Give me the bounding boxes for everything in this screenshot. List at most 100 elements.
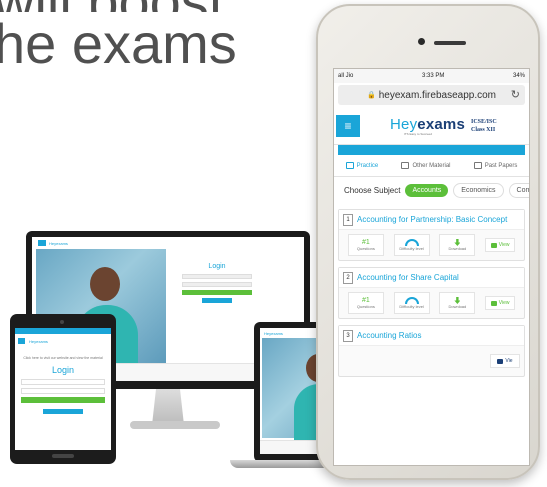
- topic-number: 1: [343, 213, 353, 226]
- questions-label: Questions: [356, 304, 375, 309]
- tablet-login-title: Login: [51, 365, 75, 375]
- tab-label: Practice: [356, 162, 379, 169]
- tab-practice[interactable]: Practice: [345, 162, 379, 169]
- headline-line-2: he exams: [0, 16, 237, 72]
- topic-card[interactable]: 2 Accounting for Share Capital #1 Questi…: [338, 267, 525, 319]
- brand-prefix: Hey: [390, 115, 418, 133]
- tab-label: Past Papers: [484, 162, 518, 169]
- topic-number: 3: [343, 329, 353, 342]
- topic-title[interactable]: Accounting for Partnership: Basic Concep…: [357, 215, 507, 224]
- board-class-label: ICSE/ISC Class XII: [471, 118, 497, 134]
- topic-card[interactable]: 3 Accounting Ratios Vie: [338, 325, 525, 377]
- lock-icon: [490, 242, 497, 248]
- tab-label: Other Material: [412, 162, 451, 169]
- topic-stats: #1 Questions Difficulty level Download V…: [339, 230, 524, 260]
- tab-other-material[interactable]: Other Material: [401, 162, 451, 169]
- monitor-username-field[interactable]: [182, 274, 252, 279]
- url-text: heyexam.firebaseapp.com: [378, 89, 496, 101]
- status-time: 3:33 PM: [421, 73, 445, 79]
- subject-chip-accounts[interactable]: Accounts: [405, 183, 449, 197]
- download-button[interactable]: Download: [439, 292, 476, 314]
- topic-stats: Vie: [339, 346, 524, 376]
- monitor-login-button[interactable]: [182, 290, 252, 295]
- tablet-password-field[interactable]: [21, 388, 105, 394]
- download-icon: [454, 297, 461, 304]
- person-head: [90, 267, 120, 301]
- download-label: Download: [448, 304, 467, 309]
- subject-chip-economics[interactable]: Economics: [453, 182, 504, 198]
- subject-label: Choose Subject: [344, 185, 401, 195]
- tablet: Heyexams Click here to visit our website…: [10, 314, 116, 464]
- gauge-icon: [404, 239, 419, 246]
- topic-number: 2: [343, 271, 353, 284]
- topic-stats: #1 Questions Difficulty level Download V…: [339, 288, 524, 318]
- questions-stat: #1 Questions: [347, 292, 384, 314]
- gauge-icon: [404, 297, 419, 304]
- view-button[interactable]: View: [485, 238, 516, 252]
- topic-card[interactable]: 1 Accounting for Partnership: Basic Conc…: [338, 209, 525, 261]
- monitor-login-title: Login: [208, 263, 226, 270]
- tablet-welcome-text: Click here to visit our website and view…: [23, 356, 103, 360]
- download-button[interactable]: Download: [439, 234, 476, 256]
- download-icon: [454, 239, 461, 246]
- monitor-header: Heyexams: [32, 237, 304, 249]
- tablet-login-button[interactable]: [21, 397, 105, 403]
- difficulty-stat: Difficulty level: [393, 234, 430, 256]
- papers-icon: [473, 162, 482, 169]
- headline-line-1: will boost: [0, 0, 294, 12]
- tablet-menu-icon[interactable]: [18, 338, 25, 344]
- subject-chip-commerce[interactable]: Com: [508, 182, 529, 198]
- hero-banner-strip: [338, 145, 525, 155]
- view-button[interactable]: View: [485, 296, 516, 310]
- download-label: Download: [448, 246, 467, 251]
- tablet-screen: Heyexams Click here to visit our website…: [15, 328, 111, 450]
- section-tabs: Practice Other Material Past Papers: [334, 155, 529, 177]
- monitor-logo-icon: [38, 240, 46, 246]
- difficulty-label: Difficulty level: [399, 246, 424, 251]
- subject-selector: Choose Subject Accounts Economics Com: [334, 177, 529, 203]
- tablet-camera: [60, 320, 64, 324]
- smartphone: all Jio 3:33 PM 34% 🔒 heyexam.firebaseap…: [316, 4, 540, 480]
- monitor-neck: [152, 389, 184, 425]
- phone-speaker: [434, 41, 466, 45]
- questions-label: Questions: [356, 246, 375, 251]
- topic-title[interactable]: Accounting for Share Capital: [357, 273, 459, 282]
- monitor-stand: [130, 421, 220, 429]
- view-label: Vie: [505, 358, 513, 364]
- tablet-register-button[interactable]: [43, 409, 83, 414]
- tab-past-papers[interactable]: Past Papers: [473, 162, 518, 169]
- topic-title-row[interactable]: 2 Accounting for Share Capital: [339, 268, 524, 288]
- books-icon: [401, 162, 410, 169]
- phone-status-bar: all Jio 3:33 PM 34%: [334, 69, 529, 83]
- practice-icon: [345, 162, 354, 169]
- brand-logo: Heyexams ITS Easy to Succeed: [360, 116, 465, 136]
- browser-url-bar[interactable]: 🔒 heyexam.firebaseapp.com ↻: [338, 85, 525, 105]
- topic-title[interactable]: Accounting Ratios: [357, 331, 421, 340]
- tablet-username-field[interactable]: [21, 379, 105, 385]
- app-header: ≡ Heyexams ITS Easy to Succeed ICSE/ISC …: [334, 107, 529, 145]
- tablet-home-button: [52, 454, 74, 458]
- tablet-header: Heyexams: [15, 334, 111, 348]
- lock-icon: 🔒: [366, 92, 376, 99]
- monitor-register-button[interactable]: [202, 298, 232, 303]
- phone-camera: [418, 38, 425, 45]
- lock-icon: [490, 300, 497, 306]
- monitor-logo-text: Heyexams: [49, 240, 68, 246]
- brand-suffix: exams: [417, 115, 465, 133]
- battery-indicator: 34%: [512, 73, 525, 79]
- topic-title-row[interactable]: 3 Accounting Ratios: [339, 326, 524, 346]
- class-name: Class XII: [471, 126, 496, 133]
- reload-icon[interactable]: ↻: [511, 88, 520, 101]
- hamburger-menu-button[interactable]: ≡: [336, 114, 360, 137]
- monitor-password-field[interactable]: [182, 282, 252, 287]
- signal-indicator: all Jio: [338, 73, 354, 79]
- view-label: View: [498, 300, 510, 306]
- questions-stat: #1 Questions: [347, 234, 384, 256]
- difficulty-label: Difficulty level: [399, 304, 424, 309]
- phone-screen: all Jio 3:33 PM 34% 🔒 heyexam.firebaseap…: [333, 68, 530, 466]
- view-label: View: [498, 242, 510, 248]
- view-button[interactable]: Vie: [490, 354, 520, 368]
- topic-title-row[interactable]: 1 Accounting for Partnership: Basic Conc…: [339, 210, 524, 230]
- tablet-logo-text: Heyexams: [29, 338, 48, 344]
- monitor-login-form: Login: [182, 263, 252, 343]
